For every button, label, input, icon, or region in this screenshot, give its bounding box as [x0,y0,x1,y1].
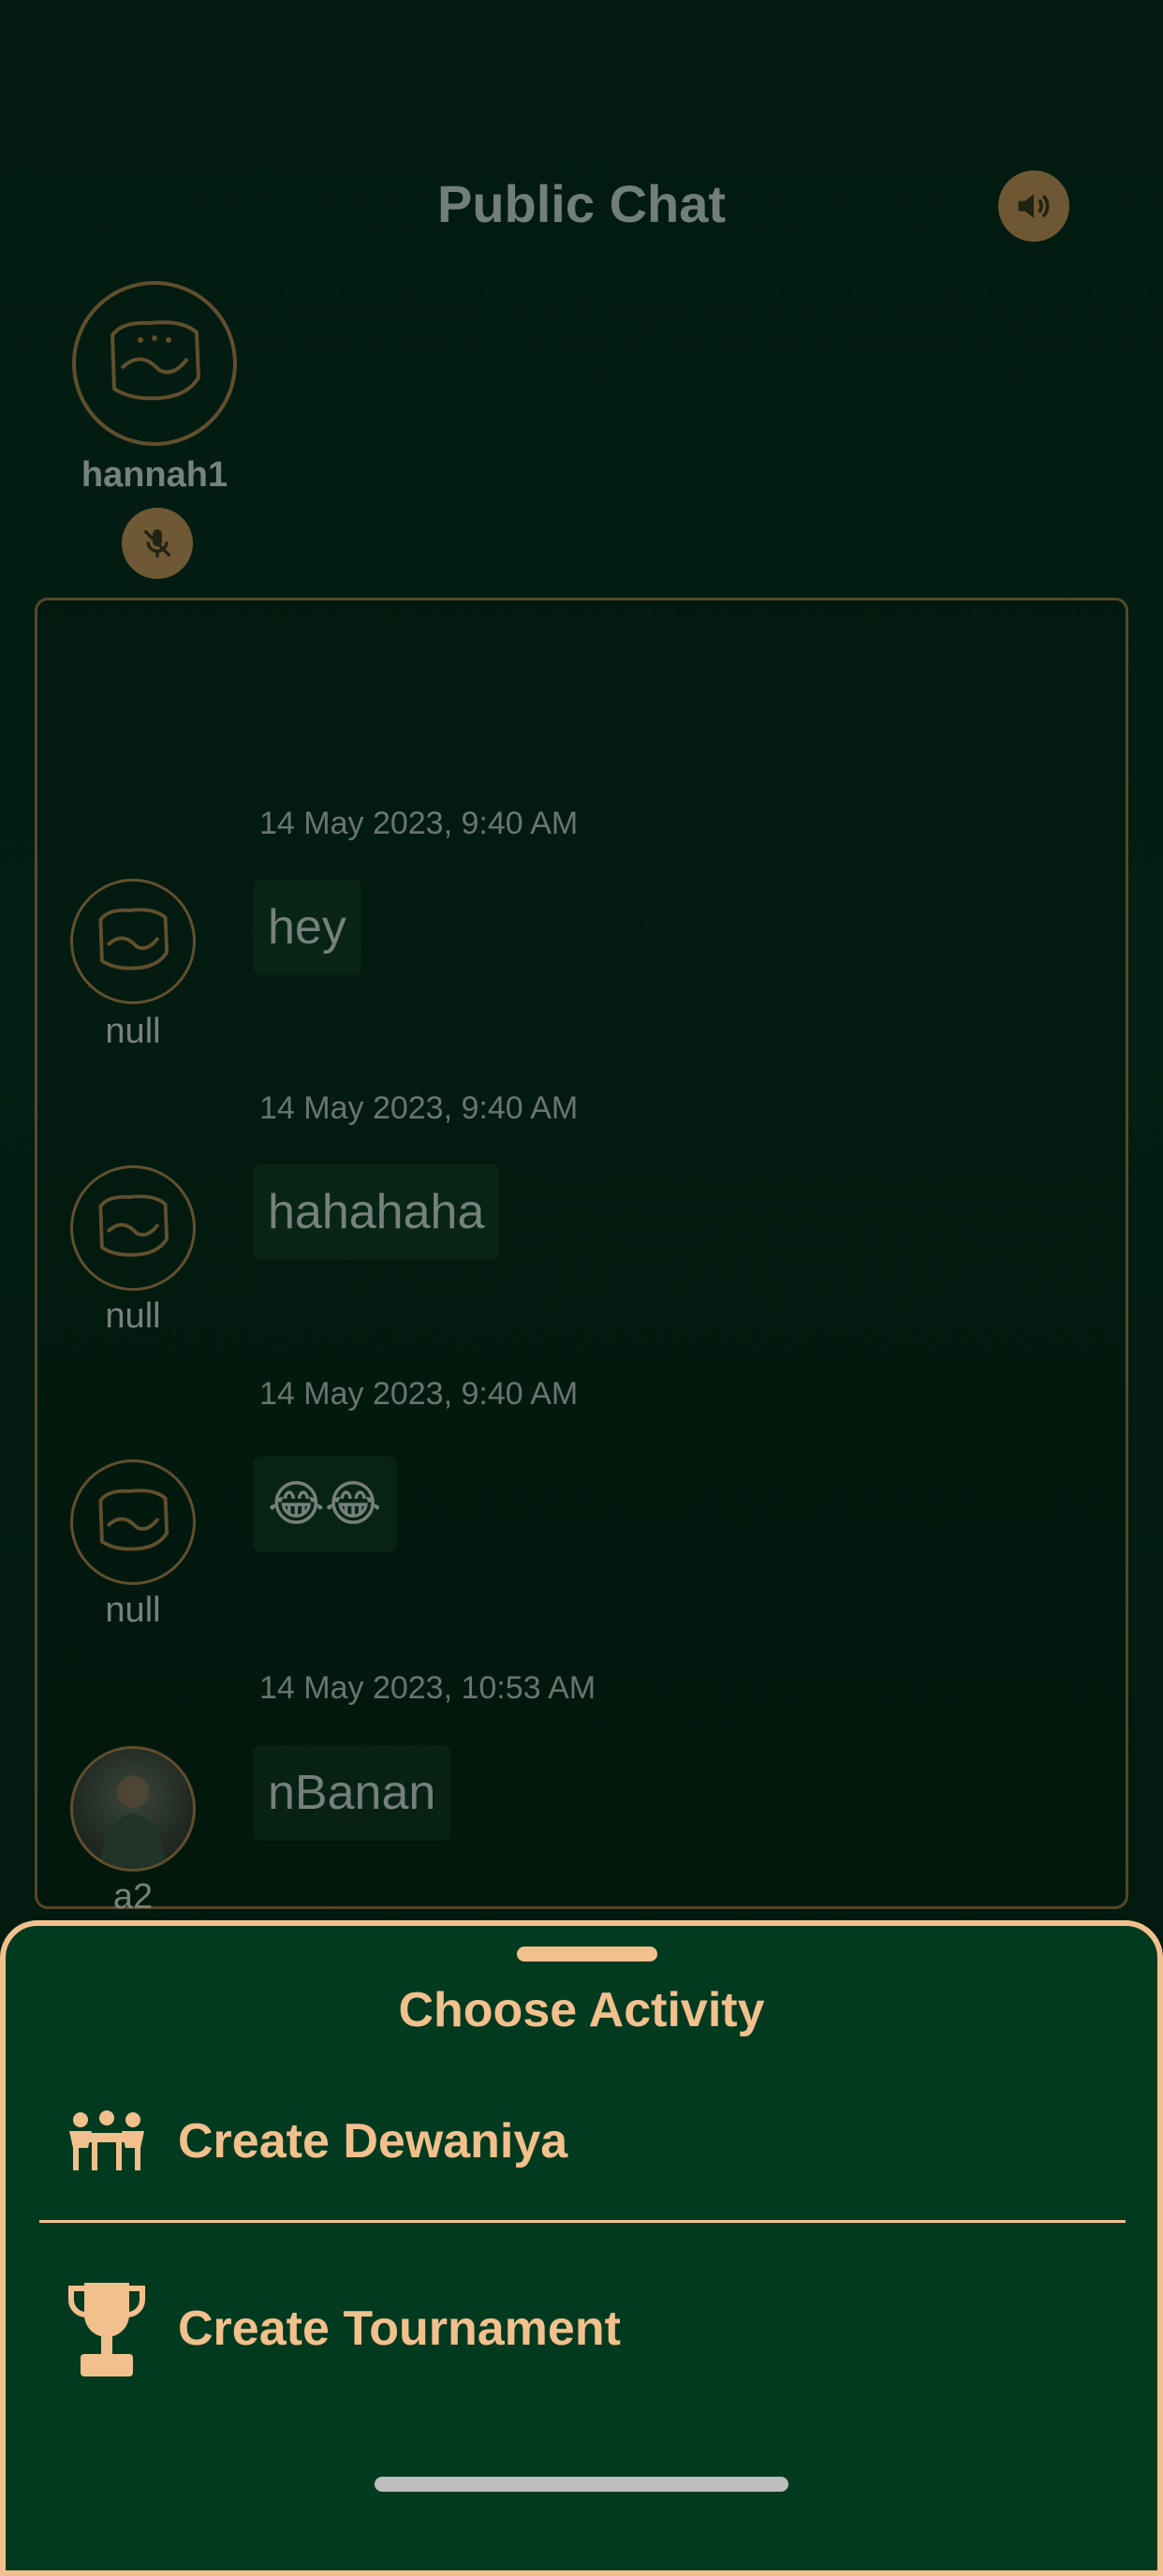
page-title: Public Chat [436,174,727,233]
avatar[interactable] [70,1165,196,1291]
trophy-icon [68,2283,145,2376]
message-timestamp: 14 May 2023, 9:40 AM [259,1090,579,1126]
create-tournament-button[interactable]: Create Tournament [64,2273,621,2385]
message-username: null [105,1012,161,1051]
create-dewaniya-button[interactable]: Create Dewaniya [64,2085,567,2198]
create-dewaniya-label: Create Dewaniya [178,2114,568,2169]
host-avatar[interactable] [72,281,237,446]
kout-logo-icon [98,1194,169,1257]
kout-logo-icon [110,320,201,401]
message-timestamp: 14 May 2023, 10:53 AM [259,1670,596,1706]
home-indicator [375,2477,788,2492]
speaker-icon [1018,194,1050,218]
message-bubble: 😂😂 [253,1457,397,1552]
chat-message-list[interactable] [35,598,1128,1909]
message-timestamp: 14 May 2023, 9:40 AM [259,806,579,841]
message-username: a2 [112,1877,154,1917]
message-bubble: nBanan [253,1745,451,1841]
message-username: null [105,1591,161,1630]
kout-logo-icon [98,1488,169,1551]
message-username: null [105,1296,161,1336]
message-bubble: hahahaha [253,1164,500,1260]
message-timestamp: 14 May 2023, 9:40 AM [259,1376,579,1412]
message-bubble: hey [253,880,361,975]
host-name: hannah1 [81,455,228,495]
sheet-title: Choose Activity [398,1983,765,2037]
avatar[interactable] [70,1459,196,1585]
sheet-divider [39,2220,1126,2223]
speaker-button[interactable] [998,170,1069,242]
group-meeting-icon [69,2110,144,2170]
user-photo [99,1775,167,1869]
avatar[interactable] [70,1746,196,1872]
mic-toggle-button[interactable] [122,508,193,579]
mic-off-icon [143,529,171,557]
kout-logo-icon [98,908,169,970]
avatar[interactable] [70,879,196,1004]
create-tournament-label: Create Tournament [178,2302,621,2356]
sheet-drag-handle[interactable] [517,1947,657,1962]
